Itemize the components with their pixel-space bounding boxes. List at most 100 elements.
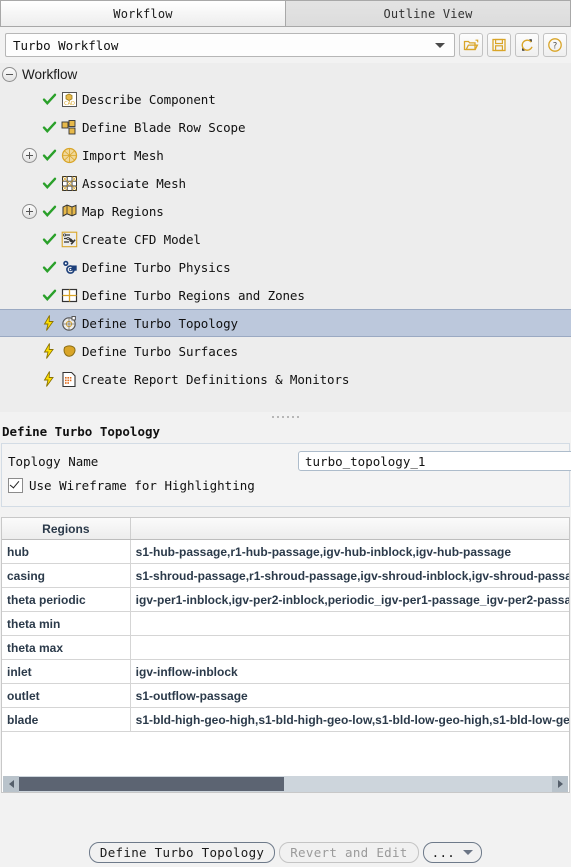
tab-workflow-label: Workflow — [113, 6, 173, 21]
expander-slot[interactable] — [20, 203, 39, 219]
tab-workflow[interactable]: Workflow — [0, 0, 286, 26]
table-row[interactable]: blade s1-bld-high-geo-high,s1-bld-high-g… — [2, 707, 569, 732]
workflow-select[interactable]: Turbo Workflow — [5, 33, 455, 57]
topology-name-input[interactable]: turbo_topology_1 — [298, 451, 571, 471]
tree-item-define-turbo-surfaces[interactable]: Define Turbo Surfaces — [0, 337, 571, 365]
svg-text:?: ? — [553, 41, 558, 51]
tree-item-create-cfd-model[interactable]: Create CFD Model — [0, 225, 571, 253]
regions-table: Regions hub s1-hub-passage,r1-hub-passag… — [2, 518, 569, 732]
tree-item-create-report-definitions-and-monitors[interactable]: Create Report Definitions & Monitors — [0, 365, 571, 393]
refresh-circular-arrows-icon — [521, 39, 533, 51]
tree-item-label: Define Blade Row Scope — [82, 119, 246, 135]
tree-item-label: Create Report Definitions & Monitors — [82, 371, 350, 387]
table-row[interactable]: theta periodic igv-per1-inblock,igv-per2… — [2, 587, 569, 612]
more-options-button[interactable]: ... — [422, 841, 483, 863]
blade-row-boxes-icon — [59, 118, 80, 136]
report-definitions-icon — [59, 370, 80, 388]
collapse-icon[interactable] — [2, 66, 17, 82]
regions-table-container[interactable]: Regions hub s1-hub-passage,r1-hub-passag… — [1, 517, 570, 793]
table-row[interactable]: casing s1-shroud-passage,r1-shroud-passa… — [2, 563, 569, 588]
expander-slot[interactable] — [20, 147, 39, 163]
tree-item-define-blade-row-scope[interactable]: Define Blade Row Scope — [0, 113, 571, 141]
chevron-right-icon — [557, 780, 563, 788]
tree-item-label: Map Regions — [82, 203, 164, 219]
more-options-label: ... — [431, 844, 456, 860]
topology-properties-box: Toplogy Name turbo_topology_1 Use Wirefr… — [1, 443, 571, 507]
tree-item-import-mesh[interactable]: Import Mesh — [0, 141, 571, 169]
cell-region-name: hub — [2, 539, 131, 564]
open-workflow-button[interactable] — [459, 33, 483, 57]
table-row[interactable]: theta max — [2, 635, 569, 660]
column-header-values[interactable] — [130, 518, 569, 540]
scrollbar-track[interactable] — [19, 776, 552, 792]
use-wireframe-checkbox[interactable] — [8, 478, 23, 493]
tree-root-workflow[interactable]: Workflow — [0, 63, 571, 85]
scroll-left-button[interactable] — [3, 776, 19, 792]
tree-item-label: Define Turbo Topology — [82, 315, 238, 331]
define-turbo-topology-button[interactable]: Define Turbo Topology — [88, 841, 276, 863]
tree-item-define-turbo-topology[interactable]: Define Turbo Topology — [0, 309, 571, 337]
expand-icon[interactable] — [22, 147, 37, 163]
column-header-regions[interactable]: Regions — [2, 518, 131, 540]
status-check-icon — [39, 230, 59, 248]
page-title: Define Turbo Topology — [0, 422, 571, 443]
status-check-icon — [39, 118, 59, 136]
table-row[interactable]: inlet igv-inflow-inblock — [2, 659, 569, 684]
use-wireframe-checkbox-row[interactable]: Use Wireframe for Highlighting — [8, 478, 563, 493]
cell-region-value — [130, 611, 569, 636]
workflow-tree[interactable]: Workflow CAD Describe Component Define B… — [0, 63, 571, 412]
tree-item-map-regions[interactable]: Map Regions — [0, 197, 571, 225]
splitter-dot — [297, 416, 299, 418]
turbo-surface-icon — [59, 342, 80, 360]
tree-item-describe-component[interactable]: CAD Describe Component — [0, 85, 571, 113]
tab-outline-view-label: Outline View — [383, 6, 473, 21]
tree-item-label: Define Turbo Regions and Zones — [82, 287, 305, 303]
panel-splitter[interactable] — [0, 412, 571, 422]
tree-item-label: Define Turbo Surfaces — [82, 343, 238, 359]
tree-item-define-turbo-physics[interactable]: Define Turbo Physics — [0, 253, 571, 281]
tree-item-define-turbo-regions-and-zones[interactable]: Define Turbo Regions and Zones — [0, 281, 571, 309]
horizontal-scrollbar[interactable] — [3, 776, 568, 792]
reset-workflow-button[interactable] — [515, 33, 539, 57]
cad-box-icon: CAD — [59, 90, 80, 108]
define-turbo-topology-button-label: Define Turbo Topology — [99, 844, 265, 860]
tree-item-label: Import Mesh — [82, 147, 164, 163]
tab-outline-view[interactable]: Outline View — [286, 0, 571, 26]
table-row[interactable]: outlet s1-outflow-passage — [2, 683, 569, 708]
status-pending-lightning-icon — [39, 314, 59, 332]
topology-name-row: Toplogy Name turbo_topology_1 — [8, 450, 571, 472]
tree-item-label: Define Turbo Physics — [82, 259, 231, 275]
splitter-dot — [292, 416, 294, 418]
table-row[interactable]: theta min — [2, 611, 569, 636]
question-mark-circle-icon: ? — [548, 38, 562, 52]
tree-item-label: Associate Mesh — [82, 175, 186, 191]
table-row[interactable]: hub s1-hub-passage,r1-hub-passage,igv-hu… — [2, 539, 569, 564]
status-pending-lightning-icon — [39, 342, 59, 360]
scrollbar-thumb[interactable] — [19, 777, 284, 791]
cell-region-value: igv-per1-inblock,igv-per2-inblock,period… — [130, 587, 569, 612]
expand-icon[interactable] — [22, 203, 37, 219]
help-button[interactable]: ? — [543, 33, 567, 57]
folder-open-icon — [463, 39, 479, 51]
mesh-sphere-icon — [59, 146, 80, 164]
tree-item-label: Describe Component — [82, 91, 216, 107]
status-check-icon — [39, 202, 59, 220]
regions-zones-grid-icon — [59, 286, 80, 304]
cell-region-value: s1-hub-passage,r1-hub-passage,igv-hub-in… — [130, 539, 569, 564]
scroll-right-button[interactable] — [552, 776, 568, 792]
splitter-dot — [282, 416, 284, 418]
workflow-toolbar: Turbo Workflow ? — [0, 27, 571, 63]
splitter-dot — [287, 416, 289, 418]
topology-name-label: Toplogy Name — [8, 453, 99, 469]
table-header-row: Regions — [2, 518, 569, 540]
cell-region-value: s1-outflow-passage — [130, 683, 569, 708]
cfd-wrench-icon — [59, 230, 80, 248]
tree-item-associate-mesh[interactable]: Associate Mesh — [0, 169, 571, 197]
turbo-topology-icon — [59, 314, 80, 332]
status-pending-lightning-icon — [39, 370, 59, 388]
save-disk-icon — [492, 38, 506, 52]
cell-region-name: inlet — [2, 659, 131, 684]
save-workflow-button[interactable] — [487, 33, 511, 57]
cell-region-name: theta min — [2, 611, 131, 636]
revert-and-edit-button[interactable]: Revert and Edit — [279, 841, 419, 863]
